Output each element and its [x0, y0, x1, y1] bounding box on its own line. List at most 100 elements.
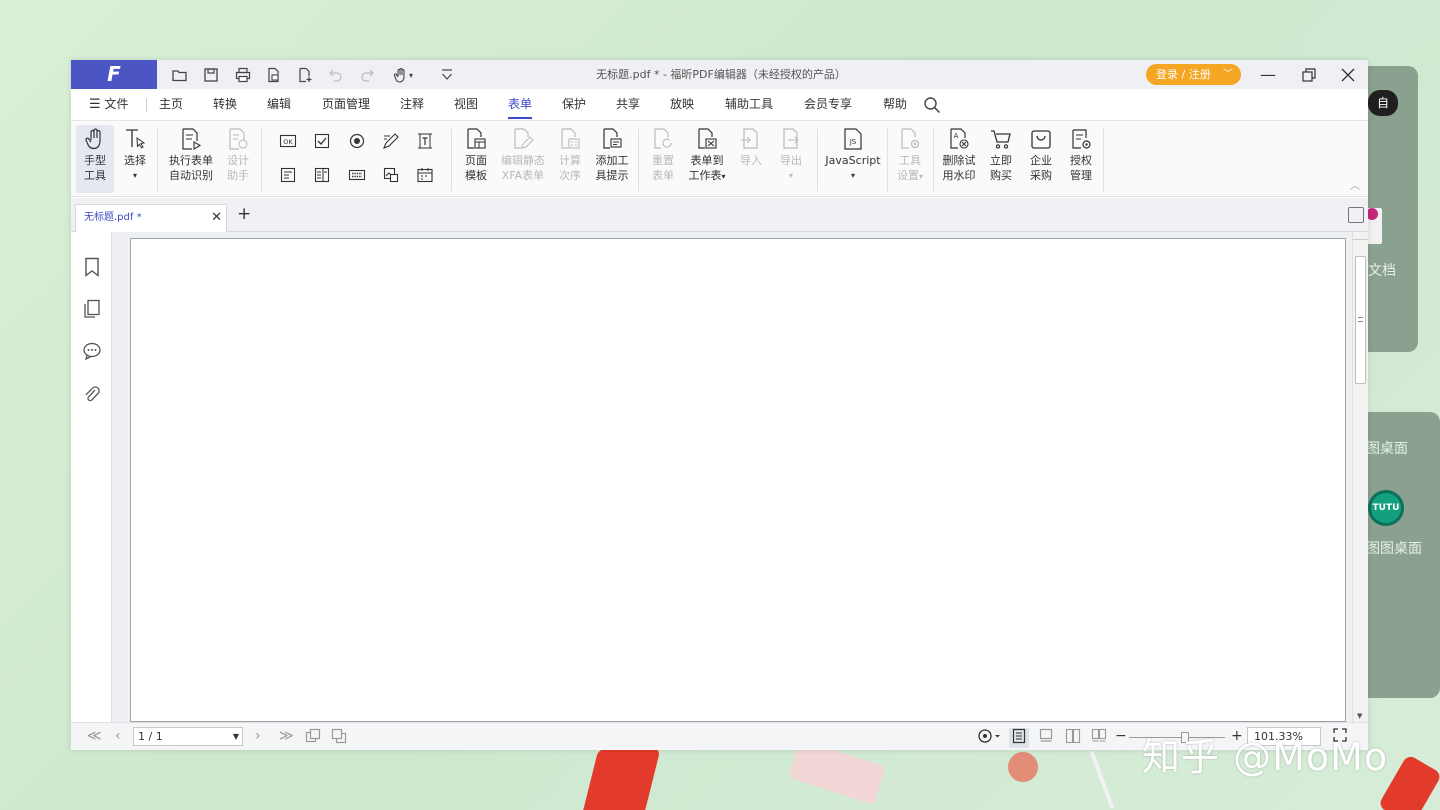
checkbox-field-icon[interactable]	[312, 131, 332, 151]
login-register-button[interactable]: 登录 / 注册 ﹀	[1146, 64, 1241, 85]
tab-convert[interactable]: 转换	[213, 89, 237, 121]
undo-icon[interactable]	[325, 64, 347, 86]
page-template-label-1: 页面	[465, 154, 487, 167]
hand-tool-button[interactable]: 手型 工具	[76, 125, 114, 193]
remove-trial-watermark-button[interactable]: A 删除试 用水印	[937, 125, 981, 193]
export-button[interactable]: 导出 ▾	[774, 125, 808, 193]
add-tooltip-button[interactable]: 添加工 具提示	[591, 125, 633, 193]
to-sheet-label-2: 工作表▾	[688, 169, 726, 182]
restore-button[interactable]	[1289, 60, 1329, 89]
add-tab-button[interactable]: +	[237, 204, 251, 224]
app-logo[interactable]: F	[71, 60, 157, 89]
tab-list-icon[interactable]	[1348, 207, 1364, 223]
next-page-icon[interactable]: ›	[255, 728, 261, 744]
comments-icon[interactable]	[81, 340, 103, 362]
customize-toolbar-icon[interactable]	[436, 64, 458, 86]
previous-page-icon[interactable]: ‹	[115, 728, 121, 744]
next-view-icon[interactable]	[331, 728, 347, 748]
export-label: 导出	[780, 154, 802, 167]
text-field-icon[interactable]: OK	[278, 131, 298, 151]
close-button[interactable]	[1328, 60, 1368, 89]
scroll-thumb[interactable]	[1355, 256, 1366, 384]
tab-form[interactable]: 表单	[508, 89, 533, 121]
chevron-down-icon: ▼	[232, 732, 239, 741]
pdf-page[interactable]	[130, 238, 1346, 722]
collapse-ribbon-icon[interactable]: ︿	[1350, 177, 1360, 192]
ribbon-divider	[887, 129, 888, 191]
license-management-button[interactable]: 授权 管理	[1064, 125, 1098, 193]
tab-share[interactable]: 共享	[616, 89, 640, 121]
list-box-field-icon[interactable]	[278, 165, 298, 185]
scroll-up-button[interactable]	[1353, 232, 1368, 240]
file-menu[interactable]: ☰ 文件	[89, 89, 129, 121]
svg-text:JS: JS	[849, 138, 857, 146]
file-menu-label: 文件	[104, 97, 129, 111]
form-to-sheet-button[interactable]: 表单到 工作表▾	[684, 125, 730, 193]
page-template-icon	[467, 128, 486, 149]
buy-now-button[interactable]: 立即 购买	[984, 125, 1018, 193]
title-bar: F ▾ 无标题.pdf * - 福昕PDF编辑器（未经授权的产品） 登录 / 注…	[71, 60, 1368, 89]
tool-settings-button[interactable]: 工具 设置▾	[891, 125, 929, 193]
edit-static-xfa-button[interactable]: 编辑静态 XFA表单	[497, 125, 549, 193]
continuous-view-icon[interactable]	[1039, 728, 1053, 748]
page-number-field[interactable]: 1 / 1 ▼	[133, 727, 243, 746]
login-label: 登录 / 注册	[1156, 68, 1211, 81]
image-field-icon[interactable]	[381, 165, 401, 185]
run-form-recognition-button[interactable]: 执行表单 自动识别	[165, 125, 217, 193]
license-label-1: 授权	[1070, 154, 1092, 167]
radio-button-field-icon[interactable]	[347, 131, 367, 151]
scroll-down-icon[interactable]: ▼	[1357, 712, 1362, 720]
open-folder-icon[interactable]	[169, 64, 191, 86]
add-tip-label-1: 添加工	[595, 154, 629, 167]
previous-view-icon[interactable]	[305, 728, 321, 748]
print-icon[interactable]	[232, 64, 254, 86]
design-assistant-button[interactable]: 设计 助手	[221, 125, 255, 193]
reset-label-1: 重置	[652, 154, 674, 167]
last-page-icon[interactable]: ≫	[279, 728, 294, 744]
calculation-order-button[interactable]: 计算 次序	[553, 125, 587, 193]
page-template-button[interactable]: 页面 模板	[459, 125, 493, 193]
javascript-button[interactable]: JS JavaScript ▾	[823, 125, 883, 193]
search-icon[interactable]	[923, 95, 941, 115]
page-thumbnails-icon[interactable]	[81, 298, 103, 320]
tab-member[interactable]: 会员专享	[804, 89, 852, 121]
new-from-file-icon[interactable]	[263, 64, 285, 86]
vertical-scrollbar[interactable]: ▼	[1352, 232, 1368, 722]
tab-home[interactable]: 主页	[159, 89, 183, 121]
text-box-field-icon[interactable]	[415, 131, 435, 151]
two-page-continuous-icon[interactable]	[1091, 728, 1107, 748]
tool-settings-label-1: 工具	[899, 154, 921, 167]
single-page-view-icon[interactable]	[1009, 728, 1029, 748]
tab-accessibility-tools[interactable]: 辅助工具	[725, 89, 773, 121]
signature-field-icon[interactable]	[381, 131, 401, 151]
date-field-icon[interactable]	[415, 165, 435, 185]
bookmark-icon[interactable]	[81, 256, 103, 278]
reset-form-button[interactable]: 重置 表单	[646, 125, 680, 193]
attachment-icon[interactable]	[81, 384, 103, 406]
two-page-view-icon[interactable]	[1065, 728, 1081, 748]
new-document-icon[interactable]	[294, 64, 316, 86]
save-icon[interactable]	[200, 64, 222, 86]
tab-help[interactable]: 帮助	[883, 89, 907, 121]
redo-icon[interactable]	[356, 64, 378, 86]
reset-label-2: 表单	[652, 169, 674, 182]
document-tab[interactable]: 无标题.pdf * ✕	[75, 204, 227, 232]
close-tab-icon[interactable]: ✕	[211, 205, 222, 231]
tab-view[interactable]: 视图	[454, 89, 478, 121]
import-button[interactable]: 导入	[734, 125, 768, 193]
combo-box-field-icon[interactable]	[312, 165, 332, 185]
select-tool-button[interactable]: 选择 ▾	[118, 125, 152, 193]
tab-comment[interactable]: 注释	[400, 89, 424, 121]
enterprise-purchase-button[interactable]: 企业 采购	[1024, 125, 1058, 193]
ribbon-divider	[817, 129, 818, 191]
button-field-icon[interactable]	[347, 165, 367, 185]
tab-page-management[interactable]: 页面管理	[322, 89, 370, 121]
minimize-button[interactable]: —	[1248, 60, 1288, 89]
first-page-icon[interactable]: ≪	[87, 728, 102, 744]
hand-tool-dropdown-icon[interactable]: ▾	[389, 64, 417, 86]
tab-protect[interactable]: 保护	[562, 89, 586, 121]
zoom-out-button[interactable]: −	[1115, 728, 1127, 744]
eye-reading-mode-icon[interactable]	[977, 728, 1001, 748]
tab-edit[interactable]: 编辑	[267, 89, 291, 121]
tab-slideshow[interactable]: 放映	[670, 89, 694, 121]
